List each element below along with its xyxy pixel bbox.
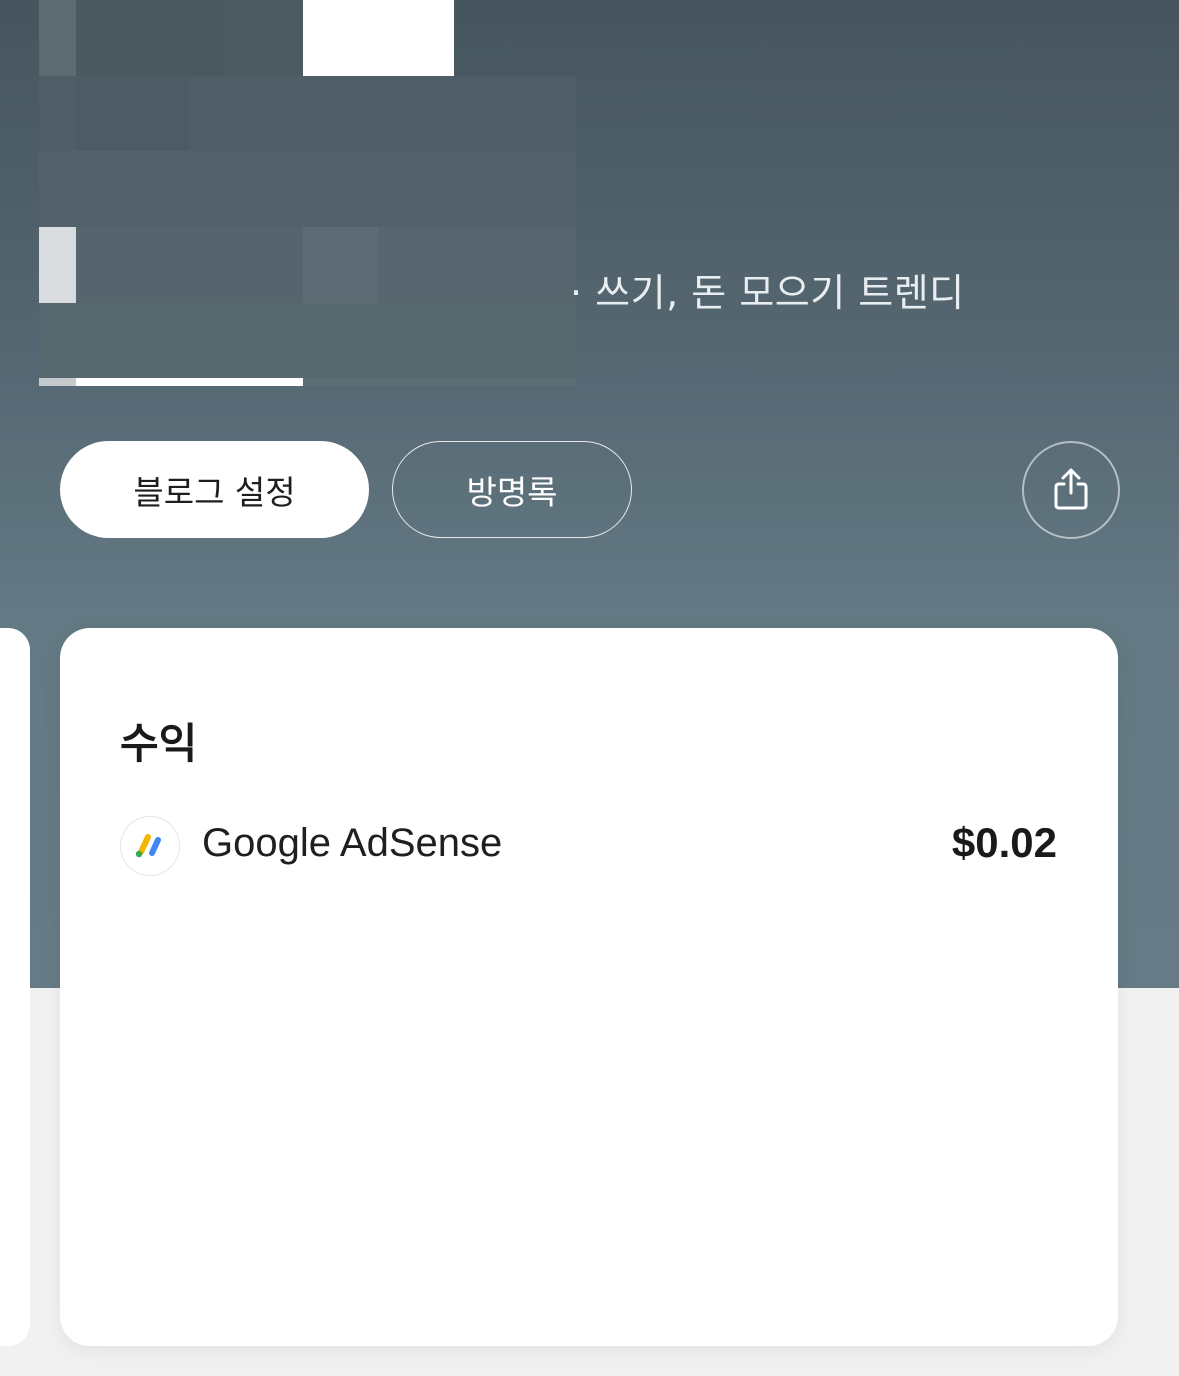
- google-adsense-icon: [120, 816, 180, 876]
- revenue-card: 수익 Google AdSense $0.02: [60, 628, 1118, 1346]
- share-button[interactable]: [1022, 441, 1120, 539]
- blog-settings-button[interactable]: 블로그 설정: [60, 441, 369, 538]
- revenue-source-name: Google AdSense: [202, 821, 503, 865]
- blog-subtitle: · 쓰기, 돈 모으기 트렌디: [570, 271, 965, 315]
- revenue-row[interactable]: Google AdSense $0.02: [120, 816, 1057, 876]
- blurred-blog-title: [39, 0, 576, 386]
- previous-card-edge[interactable]: [0, 628, 30, 1346]
- guestbook-button[interactable]: 방명록: [392, 441, 632, 538]
- share-icon: [1051, 467, 1091, 514]
- revenue-amount: $0.02: [951, 819, 1057, 866]
- revenue-title: 수익: [120, 719, 198, 768]
